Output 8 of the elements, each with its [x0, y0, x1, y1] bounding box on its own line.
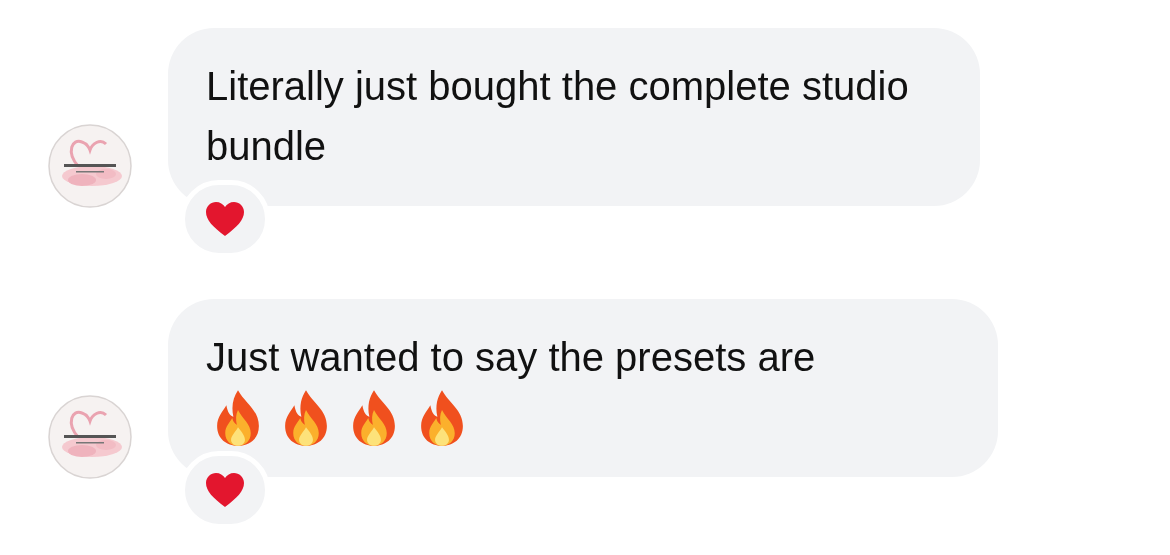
fire-icon [214, 389, 262, 447]
message-text: Literally just bought the complete studio bundle [206, 63, 910, 170]
fire-icon [418, 389, 466, 447]
fire-icon [350, 389, 398, 447]
heart-icon [205, 472, 245, 508]
heart-icon [205, 201, 245, 237]
fire-icon [282, 389, 330, 447]
message-text: Just wanted to say the presets are [206, 334, 817, 381]
